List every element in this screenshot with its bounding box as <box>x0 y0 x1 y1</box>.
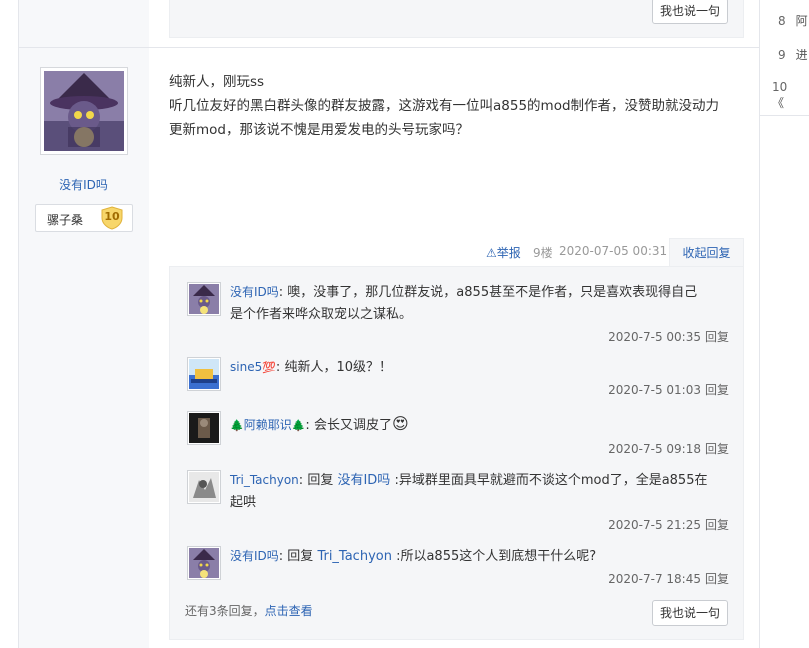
comment-user[interactable]: 没有ID吗 <box>230 285 279 299</box>
comment-avatar[interactable] <box>187 411 221 445</box>
reply-target-user[interactable]: Tri_Tachyon <box>317 549 392 564</box>
post-time: 2020-07-05 00:31 <box>559 244 668 258</box>
comment-user[interactable]: 没有ID吗 <box>230 549 279 563</box>
tree-icon: 🌲 <box>291 419 306 432</box>
post-line-2: 听几位友好的黑白群头像的群友披露，这游戏有一位叫a855的mod制作者，没赞助就… <box>169 98 720 114</box>
comment-reply-link[interactable]: 回复 <box>705 330 729 344</box>
comment-text: Tri_Tachyon: 回复 没有ID吗 :异域群里面具早就避而不谈这个mod… <box>230 473 708 510</box>
comment-reply-link[interactable]: 回复 <box>705 572 729 586</box>
warning-icon: ⚠ <box>486 246 497 260</box>
comment-reply-link[interactable]: 回复 <box>705 383 729 397</box>
prev-comment-box: 我也说一句 <box>169 0 744 38</box>
report-link[interactable]: ⚠举报 <box>486 244 521 260</box>
author-name[interactable]: 没有ID吗 <box>18 176 149 193</box>
post-line-3: 更新mod，那该说不愧是用爱发电的头号玩家吗？ <box>169 122 469 138</box>
prev-reply-button[interactable]: 我也说一句 <box>651 0 728 24</box>
comment-meta: 2020-7-7 18:45 回复 <box>608 572 729 586</box>
comment-meta: 2020-7-5 09:18 回复 <box>608 442 729 456</box>
heart-eyes-emoji-icon: 😍 <box>391 414 409 433</box>
rank-item[interactable]: 8阿 <box>778 12 808 29</box>
view-more-link[interactable]: 点击查看 <box>265 604 313 618</box>
badge-name: 骡子桑 <box>47 213 84 227</box>
floor-number: 9楼 <box>533 246 553 260</box>
more-replies: 还有3条回复，点击查看 <box>185 604 313 618</box>
comment-avatar[interactable] <box>187 357 221 391</box>
comment-avatar[interactable] <box>187 546 221 580</box>
rank-item[interactable]: 10《 <box>772 80 809 111</box>
post-divider <box>18 47 760 48</box>
comment-text: 没有ID吗: 回复 Tri_Tachyon :所以a855这个人到底想干什么呢? <box>230 549 597 564</box>
post-content: 纯新人，刚玩ss 听几位友好的黑白群头像的群友披露，这游戏有一位叫a855的mo… <box>169 70 739 142</box>
toggle-replies-button[interactable]: 收起回复 <box>669 238 744 267</box>
avatar-image <box>44 71 124 151</box>
comment-reply-link[interactable]: 回复 <box>705 518 729 532</box>
comment-box: 没有ID吗: 噢，没事了，那几位群友说，a855甚至不是作者，只是喜欢表现得自己… <box>169 266 744 640</box>
sidebar-divider <box>760 115 809 116</box>
reply-button[interactable]: 我也说一句 <box>651 600 728 626</box>
member-badge[interactable]: 骡子桑 10 <box>35 204 133 232</box>
comment-avatar[interactable] <box>187 282 221 316</box>
comment-user[interactable]: 阿赖耶识 <box>244 418 292 432</box>
tree-icon: 🌲 <box>230 419 244 432</box>
comment-text: sine5💯: 纯新人，10级？！ <box>230 360 392 375</box>
comment-reply-link[interactable]: 回复 <box>705 442 729 456</box>
hundred-emoji-icon: 💯 <box>262 361 276 374</box>
comment-meta: 2020-7-5 21:25 回复 <box>608 518 729 532</box>
comment-user[interactable]: sine5 <box>230 360 262 374</box>
comment-text: 🌲阿赖耶识🌲: 会长又调皮了😍 <box>230 414 409 433</box>
comment-meta: 2020-7-5 01:03 回复 <box>608 383 729 397</box>
comment-meta: 2020-7-5 00:35 回复 <box>608 330 729 344</box>
author-avatar[interactable] <box>40 67 128 155</box>
post-line-1: 纯新人，刚玩ss <box>169 74 265 90</box>
level-shield-icon: 10 <box>100 206 124 230</box>
comment-user[interactable]: Tri_Tachyon <box>230 473 299 487</box>
rank-item[interactable]: 9进 <box>778 46 808 63</box>
comment-text: 没有ID吗: 噢，没事了，那几位群友说，a855甚至不是作者，只是喜欢表现得自己… <box>230 285 698 322</box>
badge-level: 10 <box>104 210 120 223</box>
reply-target-user[interactable]: 没有ID吗 <box>337 473 390 488</box>
comment-avatar[interactable] <box>187 470 221 504</box>
